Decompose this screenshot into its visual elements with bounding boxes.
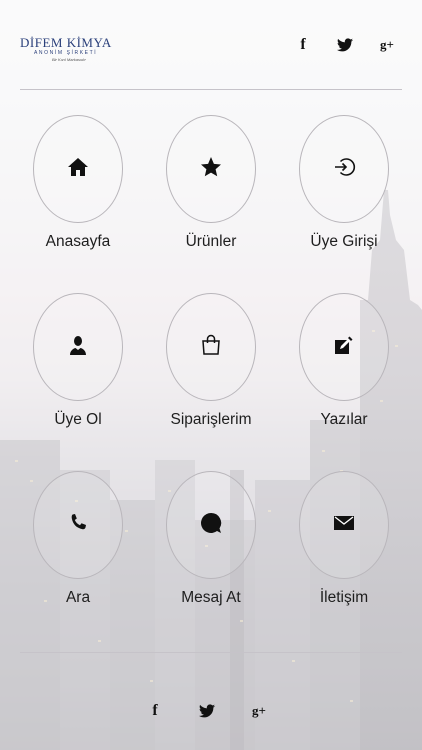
google-plus-icon[interactable]: g+ bbox=[250, 700, 268, 722]
menu-label: Ara bbox=[65, 589, 91, 606]
menu-circle[interactable] bbox=[299, 471, 389, 579]
logo-subtitle: ANONİM ŞİRKETİ bbox=[34, 50, 98, 56]
app-header: DİFEM KİMYA ANONİM ŞİRKETİ Bir Kızıl Mar… bbox=[0, 0, 422, 90]
menu-circle[interactable] bbox=[166, 471, 256, 579]
menu-item-urunler[interactable]: Ürünler bbox=[156, 115, 266, 252]
menu-label: Siparişlerim bbox=[170, 411, 252, 428]
menu-circle[interactable] bbox=[166, 115, 256, 223]
home-icon bbox=[66, 155, 90, 184]
menu-item-uye-ol[interactable]: Üye Ol bbox=[23, 293, 133, 430]
menu-circle[interactable] bbox=[299, 115, 389, 223]
header-social-links: f g+ bbox=[294, 34, 396, 56]
menu-circle[interactable] bbox=[33, 115, 123, 223]
envelope-icon bbox=[332, 511, 356, 540]
sign-in-icon bbox=[332, 155, 356, 184]
menu-label: Ürünler bbox=[185, 233, 237, 250]
menu-item-mesaj-at[interactable]: Mesaj At bbox=[156, 471, 266, 608]
menu-label: Anasayfa bbox=[45, 233, 111, 250]
menu-item-yazilar[interactable]: Yazılar bbox=[289, 293, 399, 430]
twitter-icon[interactable] bbox=[198, 700, 216, 722]
menu-item-ara[interactable]: Ara bbox=[23, 471, 133, 608]
menu-item-anasayfa[interactable]: Anasayfa bbox=[23, 115, 133, 252]
facebook-icon[interactable]: f bbox=[294, 34, 312, 56]
edit-icon bbox=[332, 333, 356, 362]
menu-circle[interactable] bbox=[33, 293, 123, 401]
chat-bubble-icon bbox=[199, 511, 223, 540]
logo-title: DİFEM KİMYA bbox=[20, 35, 112, 50]
menu-label: Yazılar bbox=[320, 411, 368, 428]
phone-icon bbox=[66, 511, 90, 540]
menu-circle[interactable] bbox=[166, 293, 256, 401]
star-icon bbox=[199, 155, 223, 184]
menu-label: Mesaj At bbox=[181, 589, 241, 606]
logo-tagline: Bir Kızıl Markasıdır bbox=[52, 57, 86, 62]
menu-label: Üye Girişi bbox=[310, 233, 378, 250]
user-icon bbox=[66, 333, 90, 362]
shopping-bag-icon bbox=[199, 333, 223, 362]
menu-circle[interactable] bbox=[299, 293, 389, 401]
menu-item-iletisim[interactable]: İletişim bbox=[289, 471, 399, 608]
brand-logo[interactable]: DİFEM KİMYA ANONİM ŞİRKETİ Bir Kızıl Mar… bbox=[20, 35, 112, 63]
facebook-icon[interactable]: f bbox=[146, 700, 164, 722]
footer-social-links: f g+ bbox=[146, 700, 268, 722]
menu-label: İletişim bbox=[319, 589, 369, 606]
twitter-icon[interactable] bbox=[336, 34, 354, 56]
menu-circle[interactable] bbox=[33, 471, 123, 579]
header-divider bbox=[20, 89, 402, 90]
google-plus-icon[interactable]: g+ bbox=[378, 34, 396, 56]
menu-label: Üye Ol bbox=[54, 411, 102, 428]
menu-item-uye-girisi[interactable]: Üye Girişi bbox=[289, 115, 399, 252]
menu-item-siparislerim[interactable]: Siparişlerim bbox=[156, 293, 266, 430]
footer-divider bbox=[20, 652, 402, 653]
